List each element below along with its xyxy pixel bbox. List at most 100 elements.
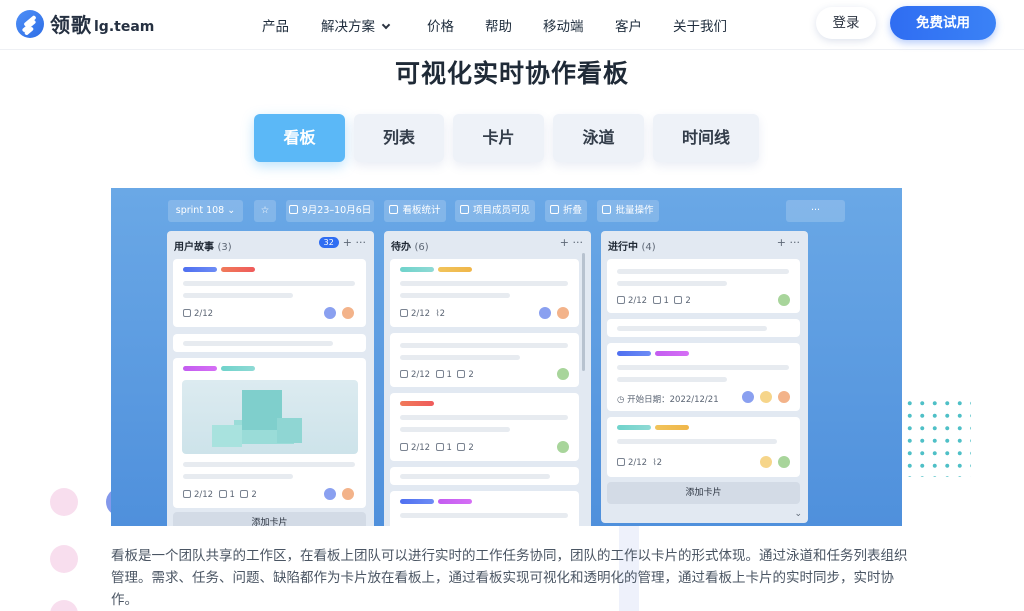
member-visibility-label: 项目成员可见 bbox=[472, 205, 530, 216]
add-card-button[interactable]: 添加卡片 bbox=[607, 482, 800, 504]
kanban-card[interactable]: 2/12 1 2 bbox=[390, 333, 579, 387]
kanban-board-preview: sprint 108 ⌄ ☆ 9月23–10月6日 看板统计 项目成员可见 折叠… bbox=[111, 188, 902, 526]
checkbox-icon bbox=[617, 458, 625, 466]
comment-count: 1 bbox=[446, 443, 452, 453]
task-count: 2/12 bbox=[411, 309, 431, 319]
avatar bbox=[759, 390, 773, 404]
column-title: 用户故事 (3) bbox=[174, 238, 232, 253]
label-tag bbox=[655, 425, 689, 430]
kanban-card[interactable] bbox=[390, 491, 579, 526]
kanban-card-collapsed[interactable] bbox=[607, 319, 800, 337]
avatar bbox=[556, 440, 570, 454]
label-tag bbox=[400, 499, 434, 504]
fold-icon bbox=[549, 205, 559, 214]
kanban-card[interactable]: ◷ 开始日期：2022/12/21 bbox=[607, 343, 800, 411]
text-line bbox=[183, 341, 333, 346]
decor-circle bbox=[50, 600, 78, 611]
avatar bbox=[777, 455, 791, 469]
layers-icon bbox=[457, 370, 466, 378]
nav-item-solutions[interactable]: 解决方案 bbox=[321, 15, 391, 35]
column-tools[interactable]: 32 + ··· bbox=[318, 236, 366, 249]
add-card-button[interactable]: 添加卡片 bbox=[173, 512, 366, 526]
start-date-text: 开始日期：2022/12/21 bbox=[627, 395, 719, 405]
kanban-column-in-progress: 进行中 (4) + ··· 2/12 1 2 ◷ 开始日期：2022/12/21 bbox=[601, 231, 808, 523]
more-options-button[interactable]: ··· bbox=[786, 200, 845, 222]
card-meta: 2/12 1 2 bbox=[617, 296, 691, 306]
comment-icon bbox=[435, 443, 444, 451]
avatar bbox=[341, 306, 355, 320]
label-tag bbox=[655, 351, 689, 356]
kanban-card[interactable]: 2/12 1 2 bbox=[173, 358, 366, 508]
avatar bbox=[323, 306, 337, 320]
collapse-icon[interactable]: ⌄ bbox=[794, 509, 802, 519]
feature-description: 看板是一个团队共享的工作区，在看板上团队可以进行实时的工作任务协同，团队的工作以… bbox=[111, 548, 908, 608]
layers-icon bbox=[674, 296, 683, 304]
kanban-card-collapsed[interactable] bbox=[173, 334, 366, 352]
kanban-card[interactable]: 2/12 bbox=[173, 259, 366, 327]
text-line bbox=[400, 355, 520, 360]
member-visibility-button[interactable]: 项目成员可见 bbox=[455, 200, 535, 222]
comment-count: 1 bbox=[663, 296, 669, 306]
batch-label: 批量操作 bbox=[615, 205, 654, 216]
site-header: 领歌 lg.team 产品 解决方案 价格 帮助 移动端 客户 关于我们 登录 … bbox=[0, 0, 1024, 50]
calendar-icon bbox=[288, 205, 298, 214]
subtask-count: 2 bbox=[251, 490, 257, 500]
image-shape bbox=[212, 425, 242, 447]
comment-count: 1 bbox=[229, 490, 235, 500]
layers-icon bbox=[240, 490, 249, 498]
kanban-column-todo: 待办 (6) + ··· 2/12 ⌇2 2/12 1 2 2/12 1 2 bbox=[384, 231, 591, 526]
subtask-count: 2 bbox=[685, 296, 691, 306]
task-count: 2/12 bbox=[411, 370, 431, 380]
nav-item-about[interactable]: 关于我们 bbox=[673, 15, 727, 35]
nav-item-mobile[interactable]: 移动端 bbox=[543, 15, 584, 35]
card-meta: 2/12 ⌇2 bbox=[400, 309, 445, 319]
tab-swimlane[interactable]: 泳道 bbox=[553, 114, 644, 162]
nav-item-help[interactable]: 帮助 bbox=[485, 15, 512, 35]
column-count: (6) bbox=[414, 242, 429, 253]
kanban-card[interactable]: 2/12 1 2 bbox=[390, 393, 579, 461]
star-icon[interactable]: ☆ bbox=[254, 200, 276, 222]
tab-kanban[interactable]: 看板 bbox=[254, 114, 345, 162]
task-count: 2/12 bbox=[628, 296, 648, 306]
fold-label: 折叠 bbox=[562, 205, 582, 216]
nav-item-product[interactable]: 产品 bbox=[262, 15, 289, 35]
kanban-card[interactable]: 2/12 ⌇2 bbox=[607, 417, 800, 477]
column-name: 待办 bbox=[391, 242, 411, 253]
column-name: 进行中 bbox=[608, 242, 638, 253]
free-trial-button[interactable]: 免费试用 bbox=[890, 6, 996, 40]
kanban-card[interactable]: 2/12 1 2 bbox=[607, 259, 800, 313]
image-shape bbox=[242, 390, 282, 430]
board-stats-button[interactable]: 看板统计 bbox=[384, 200, 446, 222]
avatar bbox=[777, 293, 791, 307]
tab-cards[interactable]: 卡片 bbox=[453, 114, 544, 162]
text-line bbox=[400, 293, 510, 298]
login-button[interactable]: 登录 bbox=[816, 7, 876, 39]
text-line bbox=[400, 415, 568, 420]
column-tools[interactable]: + ··· bbox=[777, 236, 800, 249]
page-title: 可视化实时协作看板 bbox=[394, 59, 629, 88]
tab-timeline[interactable]: 时间线 bbox=[653, 114, 759, 162]
text-line bbox=[617, 365, 789, 370]
kanban-card-collapsed[interactable] bbox=[390, 467, 579, 485]
nav-item-customers[interactable]: 客户 bbox=[615, 15, 642, 35]
scrollbar[interactable] bbox=[582, 253, 585, 371]
text-line bbox=[183, 281, 355, 286]
kanban-column-user-story: 用户故事 (3) 32 + ··· 2/12 2/12 1 2 添加卡片 bbox=[167, 231, 374, 526]
fold-button[interactable]: 折叠 bbox=[545, 200, 587, 222]
column-title: 待办 (6) bbox=[391, 238, 429, 253]
kanban-card[interactable]: 2/12 ⌇2 bbox=[390, 259, 579, 327]
logo[interactable]: 领歌 lg.team bbox=[16, 9, 154, 38]
comment-icon bbox=[435, 370, 444, 378]
column-tools[interactable]: + ··· bbox=[560, 236, 583, 249]
label-tag bbox=[617, 425, 651, 430]
decor-circle bbox=[50, 488, 78, 516]
text-line bbox=[617, 326, 767, 331]
sprint-selector[interactable]: sprint 108 ⌄ bbox=[168, 200, 243, 222]
user-icon bbox=[459, 205, 469, 214]
comment-icon bbox=[652, 296, 661, 304]
nav-item-pricing[interactable]: 价格 bbox=[427, 15, 454, 35]
tab-list[interactable]: 列表 bbox=[354, 114, 444, 162]
attachment-count: 2 bbox=[439, 309, 446, 319]
date-range-button[interactable]: 9月23–10月6日 bbox=[286, 200, 374, 222]
batch-action-button[interactable]: 批量操作 bbox=[597, 200, 659, 222]
